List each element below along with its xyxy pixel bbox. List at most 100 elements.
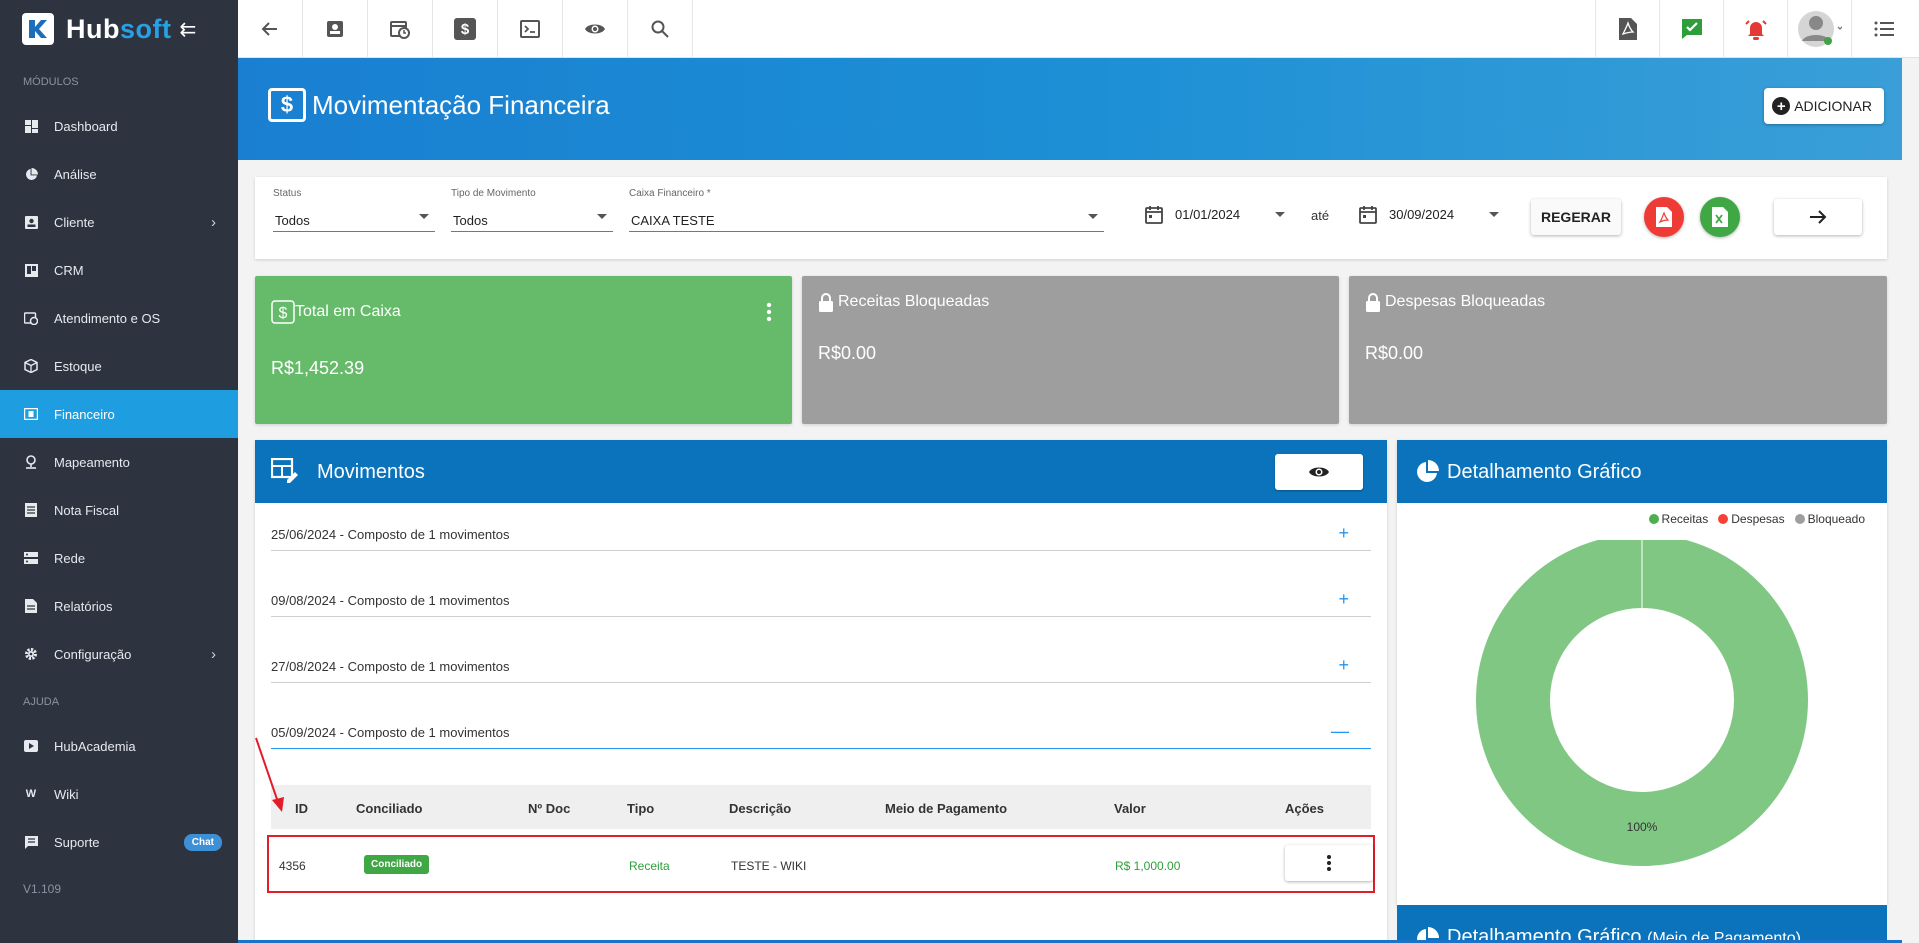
donut-chart: 100% <box>1476 540 1808 866</box>
sidebar-item-cliente[interactable]: Cliente › <box>0 198 238 246</box>
col-acoes: Ações <box>1285 801 1325 816</box>
movement-group-text: 27/08/2024 - Composto de 1 movimentos <box>271 659 510 674</box>
avatar <box>1797 11 1842 47</box>
sidebar-item-label: Financeiro <box>54 406 115 422</box>
movement-group-3[interactable]: 27/08/2024 - Composto de 1 movimentos + <box>271 651 1371 683</box>
expand-icon[interactable]: + <box>1338 523 1349 544</box>
play-icon <box>23 738 39 754</box>
add-button[interactable]: + ADICIONAR <box>1764 88 1884 124</box>
sidebar-item-suporte[interactable]: Suporte Chat <box>0 818 238 866</box>
col-tipo: Tipo <box>627 801 655 816</box>
movement-group-4[interactable]: 05/09/2024 - Composto de 1 movimentos — <box>271 717 1371 749</box>
sidebar-item-atendimento[interactable]: Atendimento e OS <box>0 294 238 342</box>
regerar-button[interactable]: REGERAR <box>1531 199 1621 235</box>
receitas-bloqueadas-card: Receitas Bloqueadas R$0.00 <box>802 276 1339 424</box>
next-button[interactable] <box>1774 199 1862 235</box>
collapse-icon[interactable]: — <box>1331 721 1349 742</box>
dollar-box-icon: $ <box>271 300 295 324</box>
add-button-label: ADICIONAR <box>1794 98 1872 114</box>
tasks-button[interactable] <box>1659 0 1723 58</box>
version-label: V1.109 <box>23 882 62 896</box>
alarm-button[interactable] <box>1723 0 1787 58</box>
legend-label: Despesas <box>1731 512 1785 526</box>
date-from-picker[interactable]: 01/01/2024 <box>1145 204 1285 232</box>
chat-check-icon <box>1681 19 1702 39</box>
row-id: 4356 <box>279 859 306 873</box>
donut-data-label: 100% <box>1627 820 1658 834</box>
page-header: $ Movimentação Financeira + ADICIONAR <box>238 58 1902 160</box>
sidebar-item-mapeamento[interactable]: Mapeamento <box>0 438 238 486</box>
movement-group-2[interactable]: 09/08/2024 - Composto de 1 movimentos + <box>271 585 1371 617</box>
brand[interactable]: Hubsoft ⇇ <box>0 0 238 58</box>
chart-panel-payment: Detalhamento Gráfico (Meio de Pagamento) <box>1397 905 1887 943</box>
donut-slice-receitas[interactable] <box>1476 540 1808 866</box>
dropdown-arrow-icon <box>419 214 429 219</box>
sidebar-item-wiki[interactable]: W Wiki <box>0 770 238 818</box>
dashboard-icon <box>23 118 39 134</box>
tipo-movimento-select[interactable]: Tipo de Movimento Todos <box>451 188 613 232</box>
sidebar-item-nota-fiscal[interactable]: Nota Fiscal <box>0 486 238 534</box>
export-excel-button[interactable] <box>1700 197 1740 237</box>
report-icon <box>23 598 39 614</box>
menu-list-button[interactable] <box>1851 0 1915 58</box>
col-ndoc: Nº Doc <box>528 801 571 816</box>
expand-icon[interactable]: + <box>1338 655 1349 676</box>
legend-item-receitas[interactable]: Receitas <box>1648 512 1708 526</box>
terminal-icon <box>520 20 540 38</box>
sidebar-item-label: Wiki <box>54 786 79 802</box>
sidebar-item-label: Mapeamento <box>54 454 130 470</box>
user-menu-button[interactable] <box>1787 0 1851 58</box>
back-button[interactable] <box>238 0 303 58</box>
movement-group-1[interactable]: 25/06/2024 - Composto de 1 movimentos + <box>271 519 1371 551</box>
caixa-financeiro-select[interactable]: Caixa Financeiro * CAIXA TESTE <box>629 188 1104 232</box>
sidebar-item-rede[interactable]: Rede <box>0 534 238 582</box>
movement-group-text: 25/06/2024 - Composto de 1 movimentos <box>271 527 510 542</box>
svg-text:$: $ <box>279 305 288 322</box>
annotation-arrow <box>255 737 284 812</box>
view-button[interactable] <box>563 0 628 58</box>
legend-item-bloqueado[interactable]: Bloqueado <box>1794 512 1865 526</box>
tipo-value: Todos <box>453 213 488 228</box>
sidebar-item-analise[interactable]: Análise <box>0 150 238 198</box>
legend-item-despesas[interactable]: Despesas <box>1718 512 1785 526</box>
table-row[interactable]: 4356 Conciliado Receita TESTE - WIKI R$ … <box>267 835 1375 893</box>
search-button[interactable] <box>628 0 693 58</box>
dollar-icon: $ <box>454 18 476 40</box>
date-to-picker[interactable]: 30/09/2024 <box>1359 204 1499 232</box>
top-bar: $ <box>238 0 1919 58</box>
sidebar-item-estoque[interactable]: Estoque <box>0 342 238 390</box>
chart-panel: Detalhamento Gráfico Receitas Despesas B… <box>1397 440 1887 906</box>
dollar-box-icon: $ <box>268 88 306 122</box>
sidebar-item-crm[interactable]: CRM <box>0 246 238 294</box>
pdf-button[interactable] <box>1595 0 1659 58</box>
export-pdf-button[interactable] <box>1644 197 1684 237</box>
terminal-button[interactable] <box>498 0 563 58</box>
status-select[interactable]: Status Todos <box>273 188 435 232</box>
pie-chart-icon <box>1417 460 1439 482</box>
more-vert-icon[interactable] <box>766 302 772 322</box>
sidebar-item-financeiro[interactable]: Financeiro <box>0 390 238 438</box>
col-conciliado: Conciliado <box>356 801 423 816</box>
expand-icon[interactable]: + <box>1338 589 1349 610</box>
sidebar-item-label: Atendimento e OS <box>54 310 161 326</box>
sidebar-item-hubacademia[interactable]: HubAcademia <box>0 722 238 770</box>
calendar-icon <box>1359 206 1377 224</box>
movement-group-text: 09/08/2024 - Composto de 1 movimentos <box>271 593 510 608</box>
chat-badge[interactable]: Chat <box>183 833 222 851</box>
sidebar-item-dashboard[interactable]: Dashboard <box>0 102 238 150</box>
collapse-sidebar-icon[interactable]: ⇇ <box>179 17 196 42</box>
schedule-button[interactable] <box>368 0 433 58</box>
col-descricao: Descrição <box>729 801 792 816</box>
financial-button[interactable]: $ <box>433 0 498 58</box>
row-valor: R$ 1,000.00 <box>1115 859 1181 873</box>
pie-icon <box>23 166 39 182</box>
tipo-label: Tipo de Movimento <box>451 188 536 199</box>
sidebar-item-configuracao[interactable]: Configuração › <box>0 630 238 678</box>
sidebar-item-relatorios[interactable]: Relatórios <box>0 582 238 630</box>
contacts-button[interactable] <box>303 0 368 58</box>
sidebar-item-label: Relatórios <box>54 598 113 614</box>
row-actions-button[interactable] <box>1285 845 1373 881</box>
toggle-view-button[interactable] <box>1275 454 1363 490</box>
ate-label: até <box>1311 208 1330 223</box>
document-icon <box>23 502 39 518</box>
